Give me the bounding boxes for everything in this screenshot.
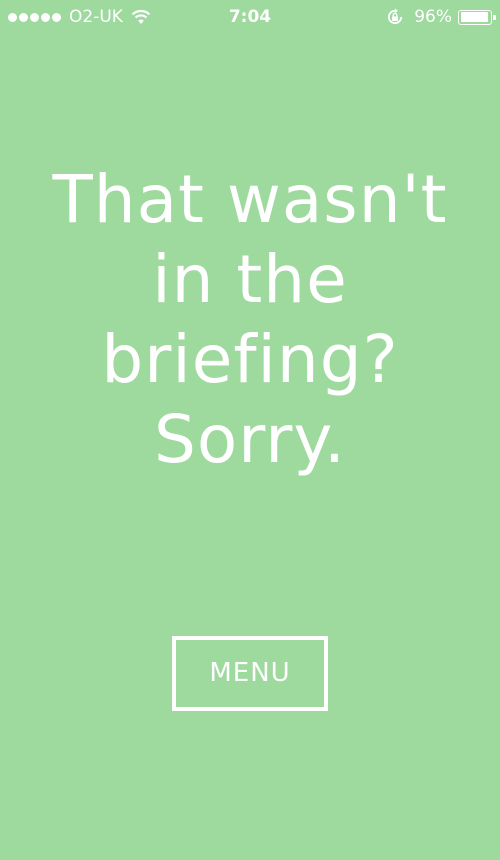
- battery-icon: [458, 9, 496, 25]
- battery-percentage: 96%: [414, 7, 452, 27]
- error-message: That wasn't in the briefing? Sorry.: [30, 160, 470, 480]
- status-right: 96%: [386, 6, 496, 28]
- message-line: briefing?: [101, 321, 399, 398]
- message-line: That wasn't: [52, 161, 448, 238]
- battery-level: [460, 12, 489, 22]
- rotation-lock-icon: [388, 8, 403, 25]
- message-line: Sorry.: [153, 401, 346, 478]
- battery-tip: [493, 14, 496, 20]
- message-line: in the: [152, 241, 348, 318]
- status-bar: O2-UK 7:04 96%: [0, 0, 500, 34]
- menu-button[interactable]: MENU: [172, 636, 328, 711]
